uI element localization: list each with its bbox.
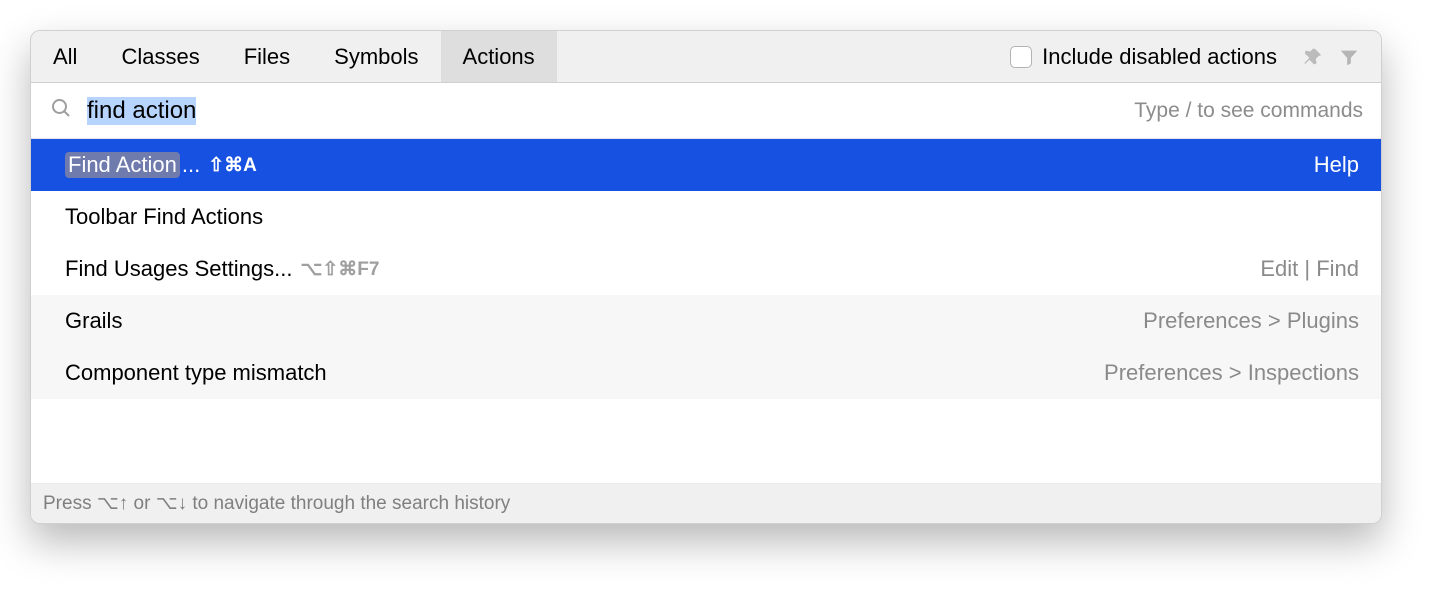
- tab-files[interactable]: Files: [222, 31, 312, 82]
- result-path: Help: [1314, 152, 1359, 178]
- include-disabled-label: Include disabled actions: [1042, 44, 1277, 70]
- result-label: Component type mismatch: [65, 360, 327, 386]
- results-blank-area: [31, 399, 1381, 483]
- include-disabled-actions-toggle[interactable]: Include disabled actions: [1010, 31, 1291, 82]
- result-highlight: Find Action: [65, 152, 180, 178]
- result-row[interactable]: Find Usages Settings... ⌥⇧⌘F7 Edit | Fin…: [31, 243, 1381, 295]
- results-list: Find Action... ⇧⌘A Help Toolbar Find Act…: [31, 139, 1381, 399]
- result-label: Toolbar Find Actions: [65, 204, 263, 230]
- statusbar: Press ⌥↑ or ⌥↓ to navigate through the s…: [31, 483, 1381, 523]
- result-suffix: ...: [182, 152, 200, 178]
- search-icon: [49, 96, 73, 125]
- result-shortcut: ⇧⌘A: [208, 154, 257, 177]
- result-row[interactable]: Grails Preferences > Plugins: [31, 295, 1381, 347]
- result-shortcut: ⌥⇧⌘F7: [300, 258, 379, 281]
- search-input[interactable]: [87, 97, 1134, 125]
- search-hint: Type / to see commands: [1134, 99, 1363, 123]
- tab-actions[interactable]: Actions: [441, 31, 557, 82]
- result-path: Edit | Find: [1260, 256, 1359, 282]
- result-row[interactable]: Component type mismatch Preferences > In…: [31, 347, 1381, 399]
- pin-icon[interactable]: [1299, 43, 1327, 71]
- tab-symbols[interactable]: Symbols: [312, 31, 440, 82]
- result-label: Grails: [65, 308, 122, 334]
- checkbox-icon: [1010, 46, 1032, 68]
- search-everywhere-window: All Classes Files Symbols Actions Includ…: [30, 30, 1382, 524]
- toolbar-icons: [1291, 31, 1381, 82]
- tabbar: All Classes Files Symbols Actions Includ…: [31, 31, 1381, 83]
- search-row: Type / to see commands: [31, 83, 1381, 139]
- result-row[interactable]: Find Action... ⇧⌘A Help: [31, 139, 1381, 191]
- result-row[interactable]: Toolbar Find Actions: [31, 191, 1381, 243]
- tab-classes[interactable]: Classes: [99, 31, 221, 82]
- filter-icon[interactable]: [1335, 43, 1363, 71]
- result-path: Preferences > Plugins: [1143, 308, 1359, 334]
- result-label: Find Usages Settings...: [65, 256, 292, 282]
- result-path: Preferences > Inspections: [1104, 360, 1359, 386]
- tab-all[interactable]: All: [31, 31, 99, 82]
